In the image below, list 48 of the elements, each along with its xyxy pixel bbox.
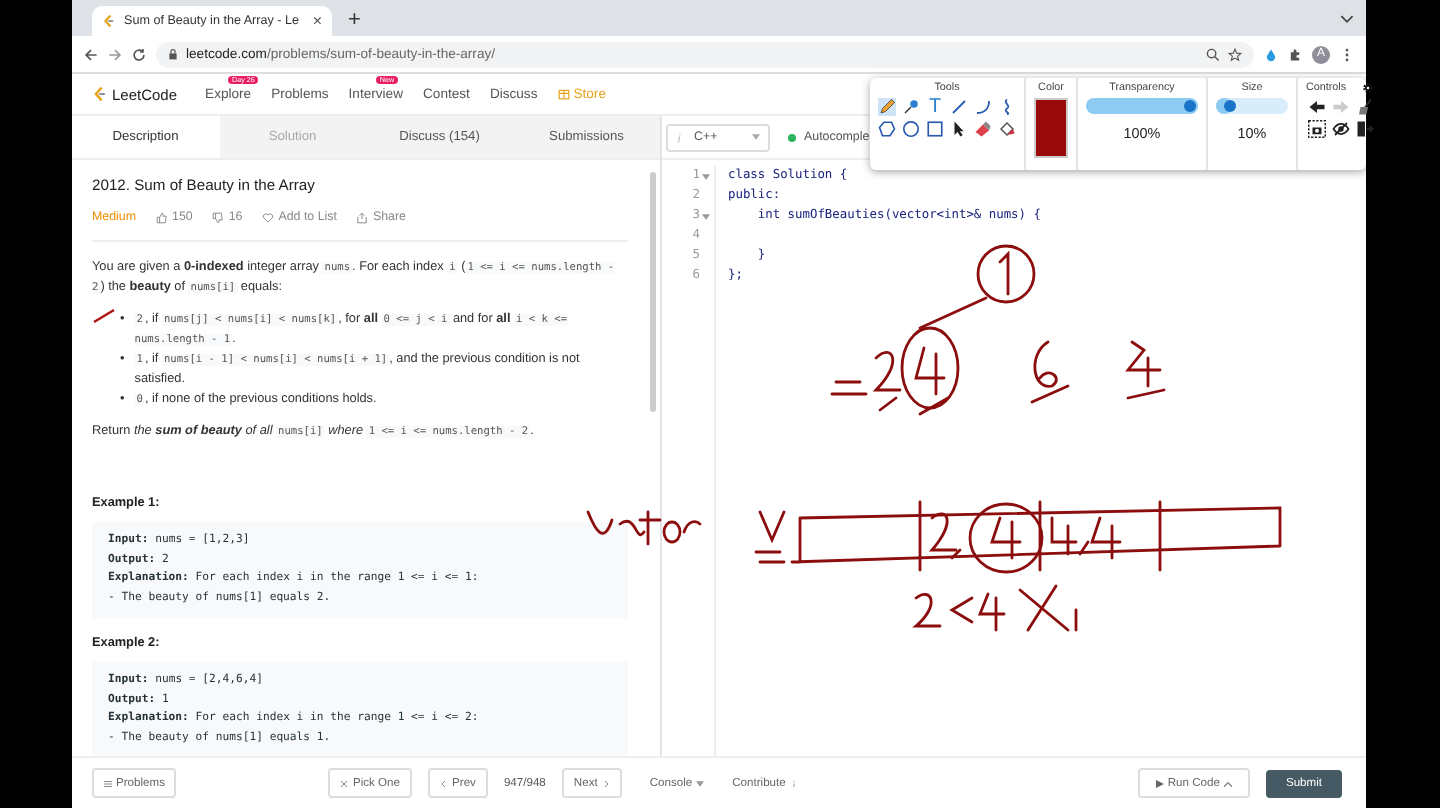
caret-up-icon <box>1223 779 1232 787</box>
pin-icon[interactable] <box>902 98 920 116</box>
eye-slash-icon[interactable] <box>1331 120 1350 138</box>
pencil-icon[interactable] <box>878 98 896 116</box>
lock-icon <box>168 48 178 60</box>
broom-icon[interactable] <box>1355 98 1374 116</box>
logo-icon <box>92 86 108 102</box>
paint-bucket-icon[interactable] <box>998 120 1016 138</box>
camera-icon[interactable] <box>1307 120 1326 138</box>
puzzle-icon[interactable] <box>1288 47 1302 61</box>
forward-arrow-icon[interactable] <box>108 47 122 61</box>
reload-icon[interactable] <box>132 47 146 61</box>
zoom-icon[interactable] <box>1206 47 1220 61</box>
eraser-icon[interactable] <box>974 120 992 138</box>
more-vertical-icon[interactable] <box>1340 47 1354 61</box>
back-arrow-icon[interactable] <box>84 47 98 61</box>
drop-icon[interactable] <box>1264 47 1278 61</box>
dropdown-caret-icon <box>752 134 760 140</box>
store-icon <box>557 88 570 100</box>
settings-icon[interactable] <box>1362 82 1375 94</box>
cursor-icon[interactable] <box>950 120 968 138</box>
undo-arrow-icon[interactable] <box>1307 98 1326 116</box>
size-slider[interactable] <box>1216 98 1288 114</box>
text-tool-button[interactable]: T <box>926 98 944 116</box>
color-swatch[interactable] <box>1034 98 1068 158</box>
caret-icon <box>696 779 705 787</box>
strike-mark <box>92 308 116 324</box>
list-icon <box>104 779 112 787</box>
heart-icon <box>262 212 275 224</box>
curve-icon[interactable] <box>974 98 992 116</box>
logo-icon <box>102 14 116 28</box>
circle-icon[interactable] <box>902 120 920 138</box>
transparency-slider[interactable] <box>1086 98 1198 114</box>
square-icon[interactable] <box>926 120 944 138</box>
chevron-down-icon[interactable] <box>1340 14 1354 24</box>
close-tab-button[interactable]: × <box>312 12 322 30</box>
fold-arrow-icon[interactable] <box>702 213 710 219</box>
info-icon <box>676 131 682 143</box>
line-icon[interactable] <box>950 98 968 116</box>
scrollbar[interactable] <box>650 172 656 412</box>
new-tab-button[interactable]: + <box>348 8 361 32</box>
polygon-icon[interactable] <box>878 120 896 138</box>
play-icon <box>1155 779 1164 787</box>
thumbs-up-icon <box>156 212 169 224</box>
share-icon <box>356 212 369 224</box>
thumbs-down-icon <box>212 212 225 224</box>
star-icon[interactable] <box>1228 47 1242 61</box>
fold-arrow-icon[interactable] <box>702 173 710 179</box>
